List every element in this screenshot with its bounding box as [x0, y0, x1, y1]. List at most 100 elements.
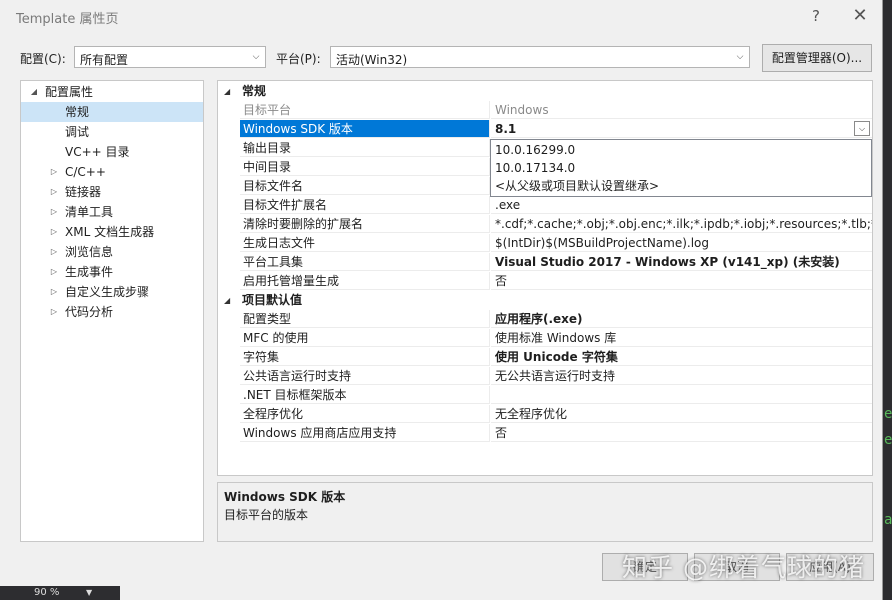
dropdown-option[interactable]: 10.0.16299.0 [493, 141, 871, 160]
tree-item-label: 代码分析 [65, 305, 114, 319]
property-row-character-set[interactable]: 字符集 使用 Unicode 字符集 [218, 348, 872, 367]
property-name: 输出目录 [240, 139, 490, 157]
property-row-target-platform[interactable]: 目标平台 Windows [218, 101, 872, 120]
expand-icon[interactable]: ▷ [49, 222, 59, 242]
property-value: Windows [491, 101, 872, 119]
property-row-managed-incremental-build[interactable]: 启用托管增量生成 否 [218, 272, 872, 291]
property-name: 字符集 [240, 348, 490, 366]
tree-item-code-analysis[interactable]: ▷ 代码分析 [21, 302, 203, 322]
tree-item-label: 配置属性 [45, 85, 94, 99]
property-value [491, 386, 872, 404]
dropdown-option[interactable]: 10.0.17134.0 [493, 159, 871, 178]
category-project-defaults[interactable]: ◢ 项目默认值 [218, 291, 872, 310]
close-icon[interactable]: ✕ [840, 3, 880, 29]
description-panel: Windows SDK 版本 目标平台的版本 [217, 482, 873, 542]
property-name: 全程序优化 [240, 405, 490, 423]
tree-item-label: 生成事件 [65, 265, 114, 279]
property-name: 目标平台 [240, 101, 490, 119]
expand-icon[interactable]: ▷ [49, 202, 59, 222]
collapse-icon[interactable]: ◢ [224, 291, 230, 310]
property-name: 目标文件扩展名 [240, 196, 490, 214]
property-name: 启用托管增量生成 [240, 272, 490, 290]
property-row-clean-extensions[interactable]: 清除时要删除的扩展名 *.cdf;*.cache;*.obj;*.obj.enc… [218, 215, 872, 234]
config-label: 配置(C): [20, 52, 66, 66]
tree-item-label: 自定义生成步骤 [65, 285, 150, 299]
dropdown-option[interactable]: <从父级或项目默认设置继承> [493, 177, 871, 196]
tree-item-manifest-tool[interactable]: ▷ 清单工具 [21, 202, 203, 222]
expand-icon[interactable]: ▷ [49, 242, 59, 262]
tree-item-xml-doc-generator[interactable]: ▷ XML 文档生成器 [21, 222, 203, 242]
property-value: 使用标准 Windows 库 [491, 329, 872, 347]
tree-item-label: VC++ 目录 [65, 145, 130, 159]
tree-item-vc-directories[interactable]: VC++ 目录 [21, 142, 203, 162]
property-name: 配置类型 [240, 310, 490, 328]
property-value: *.cdf;*.cache;*.obj;*.obj.enc;*.ilk;*.ip… [491, 215, 872, 233]
property-value[interactable]: 8.1 [491, 120, 872, 138]
property-row-clr-support[interactable]: 公共语言运行时支持 无公共语言运行时支持 [218, 367, 872, 386]
property-value: 否 [491, 272, 872, 290]
property-name: 平台工具集 [240, 253, 490, 271]
property-value: 否 [491, 424, 872, 442]
property-name: 公共语言运行时支持 [240, 367, 490, 385]
property-row-whole-program-optimization[interactable]: 全程序优化 无全程序优化 [218, 405, 872, 424]
chevron-down-icon[interactable]: ▼ [86, 586, 92, 600]
tree-item-linker[interactable]: ▷ 链接器 [21, 182, 203, 202]
property-value: 使用 Unicode 字符集 [491, 348, 872, 366]
platform-select-value: 活动(Win32) [336, 53, 408, 67]
property-name: Windows SDK 版本 [240, 120, 490, 138]
property-row-target-extension[interactable]: 目标文件扩展名 .exe [218, 196, 872, 215]
property-name: 清除时要删除的扩展名 [240, 215, 490, 233]
tree-item-label: XML 文档生成器 [65, 225, 155, 239]
expand-icon[interactable]: ▷ [49, 282, 59, 302]
expand-icon[interactable]: ▷ [49, 302, 59, 322]
property-row-use-of-mfc[interactable]: MFC 的使用 使用标准 Windows 库 [218, 329, 872, 348]
dropdown-arrow-icon[interactable]: ⌵ [854, 121, 870, 136]
help-icon[interactable]: ? [796, 3, 836, 29]
property-name: Windows 应用商店应用支持 [240, 424, 490, 442]
collapse-icon[interactable]: ◢ [29, 82, 39, 102]
watermark: 知乎 @绑着气球的猪 [622, 553, 865, 582]
property-value: Visual Studio 2017 - Windows XP (v141_xp… [491, 253, 872, 271]
property-name: 中间目录 [240, 158, 490, 176]
platform-label: 平台(P): [276, 52, 321, 66]
sdk-version-dropdown-list: 10.0.16299.0 10.0.17134.0 <从父级或项目默认设置继承> [490, 139, 872, 197]
tree-item-general[interactable]: 常规 [21, 102, 203, 122]
property-value: 无公共语言运行时支持 [491, 367, 872, 385]
tree-item-build-events[interactable]: ▷ 生成事件 [21, 262, 203, 282]
collapse-icon[interactable]: ◢ [224, 82, 230, 101]
property-name: MFC 的使用 [240, 329, 490, 347]
tree-item-label: 调试 [65, 125, 90, 139]
property-row-windows-store-app-support[interactable]: Windows 应用商店应用支持 否 [218, 424, 872, 443]
tree-item-label: C/C++ [65, 165, 106, 179]
tree-item-config-properties[interactable]: ◢ 配置属性 [21, 82, 203, 102]
tree-item-label: 清单工具 [65, 205, 114, 219]
property-row-configuration-type[interactable]: 配置类型 应用程序(.exe) [218, 310, 872, 329]
expand-icon[interactable]: ▷ [49, 262, 59, 282]
property-tree: ◢ 配置属性 常规 调试 VC++ 目录 ▷ C/C++ ▷ 链接器 ▷ 清单工… [20, 80, 204, 542]
tree-item-label: 常规 [65, 105, 90, 119]
description-text: 目标平台的版本 [224, 508, 309, 522]
property-value: $(IntDir)$(MSBuildProjectName).log [491, 234, 872, 252]
property-value: .exe [491, 196, 872, 214]
property-row-windows-sdk-version[interactable]: Windows SDK 版本 8.1 ⌵ [218, 120, 872, 139]
expand-icon[interactable]: ▷ [49, 182, 59, 202]
property-value: 无全程序优化 [491, 405, 872, 423]
category-general[interactable]: ◢ 常规 [218, 82, 872, 101]
tree-item-label: 浏览信息 [65, 245, 114, 259]
property-row-platform-toolset[interactable]: 平台工具集 Visual Studio 2017 - Windows XP (v… [218, 253, 872, 272]
tree-item-cpp[interactable]: ▷ C/C++ [21, 162, 203, 182]
config-select-value: 所有配置 [80, 53, 129, 67]
tree-item-custom-build-step[interactable]: ▷ 自定义生成步骤 [21, 282, 203, 302]
expand-icon[interactable]: ▷ [49, 162, 59, 182]
chevron-down-icon: ⌵ [736, 52, 744, 62]
property-name: 生成日志文件 [240, 234, 490, 252]
property-row-dotnet-target-framework[interactable]: .NET 目标框架版本 [218, 386, 872, 405]
property-row-build-log-file[interactable]: 生成日志文件 $(IntDir)$(MSBuildProjectName).lo… [218, 234, 872, 253]
platform-select[interactable]: 活动(Win32) ⌵ [330, 46, 750, 68]
tree-item-browse-info[interactable]: ▷ 浏览信息 [21, 242, 203, 262]
config-select[interactable]: 所有配置 ⌵ [74, 46, 266, 68]
config-manager-button[interactable]: 配置管理器(O)... [762, 44, 872, 72]
zoom-level[interactable]: 90 % [34, 586, 59, 600]
tree-item-debugging[interactable]: 调试 [21, 122, 203, 142]
property-pages-dialog: Template 属性页 ? ✕ 配置(C): 所有配置 ⌵ 平台(P): 活动… [0, 0, 883, 600]
